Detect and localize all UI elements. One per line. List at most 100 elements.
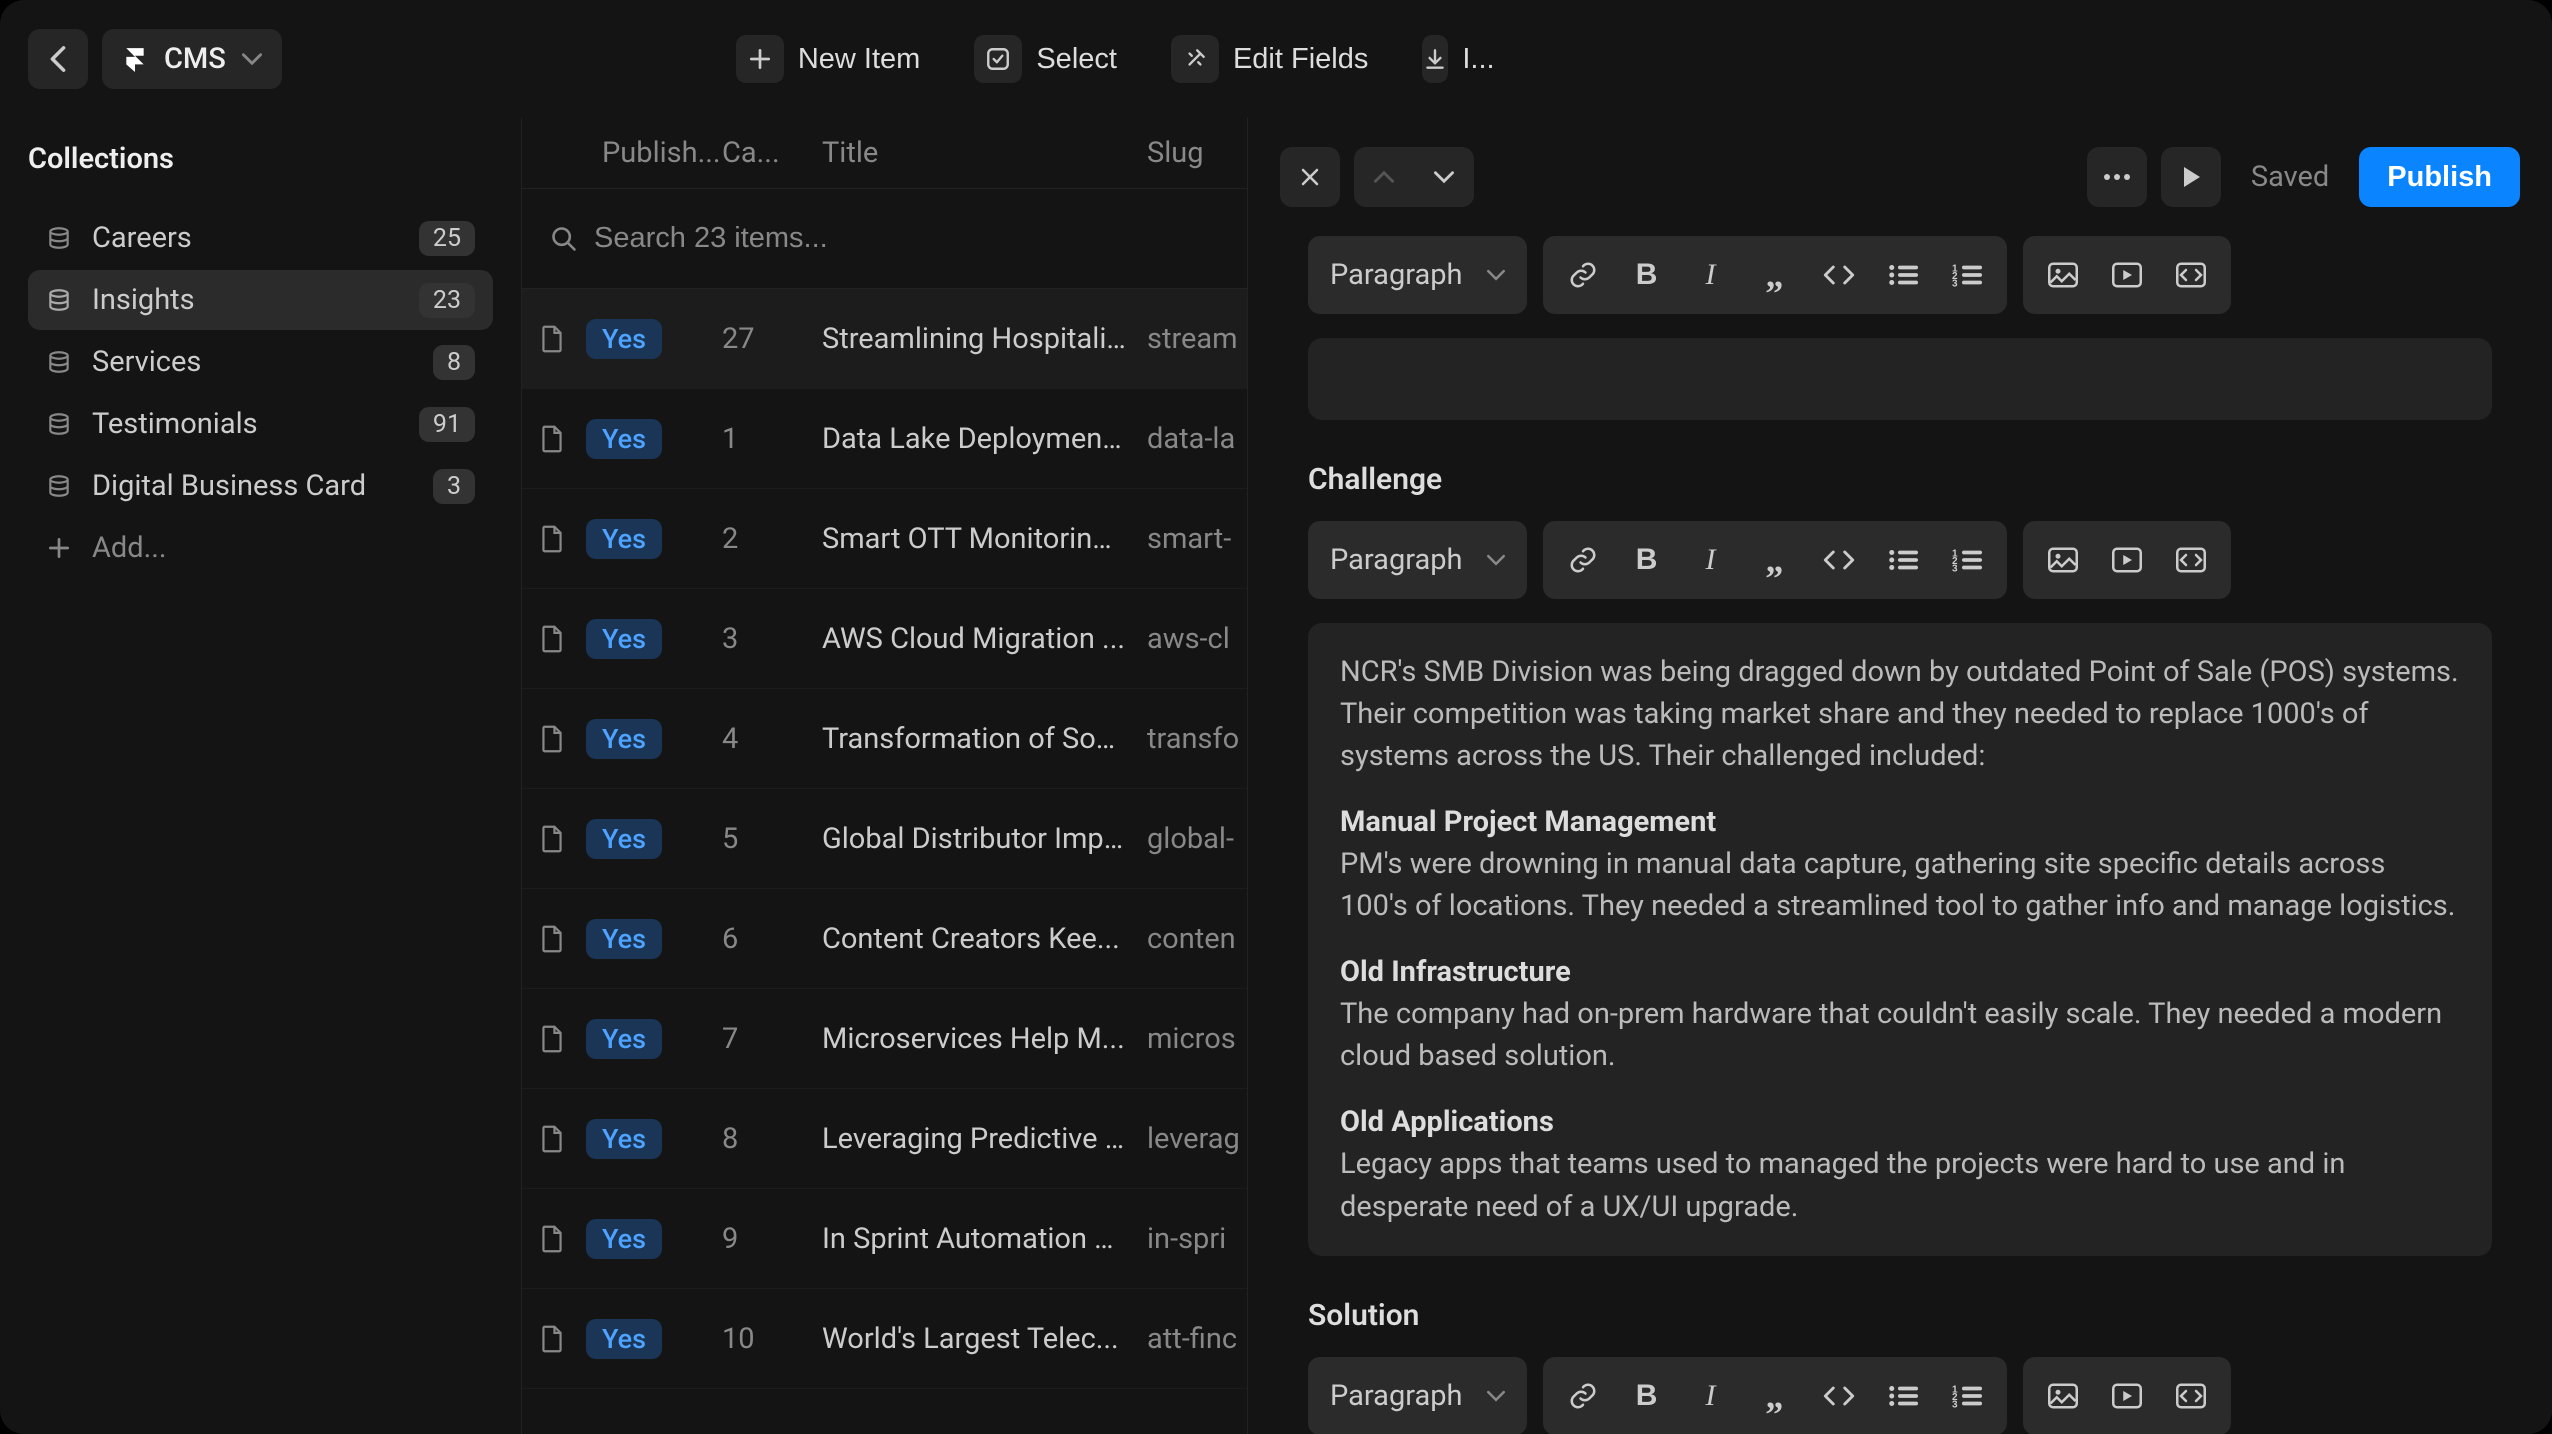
- link-button[interactable]: [1551, 528, 1615, 592]
- code-button[interactable]: [1807, 243, 1871, 307]
- table-row[interactable]: Yes8Leveraging Predictive ...leverag: [522, 1089, 1247, 1189]
- block-type-label: Paragraph: [1330, 543, 1463, 577]
- bullet-list-button[interactable]: [1871, 243, 1935, 307]
- bullet-list-icon: [1888, 548, 1918, 572]
- preview-button[interactable]: [2161, 147, 2221, 207]
- challenge-content[interactable]: NCR's SMB Division was being dragged dow…: [1308, 623, 2492, 1256]
- table-row[interactable]: Yes5Global Distributor Impr...global-: [522, 789, 1247, 889]
- embed-button[interactable]: [2159, 528, 2223, 592]
- collection-count: 8: [433, 345, 475, 380]
- content-field-empty[interactable]: [1308, 338, 2492, 420]
- collection-item-digital-business-card[interactable]: Digital Business Card 3: [28, 456, 493, 516]
- italic-icon: I: [1706, 258, 1716, 292]
- row-title: Streamlining Hospitalit...: [802, 322, 1127, 356]
- back-button[interactable]: [28, 29, 88, 89]
- image-button[interactable]: [2031, 243, 2095, 307]
- close-button[interactable]: [1280, 147, 1340, 207]
- chevron-up-icon: [1374, 170, 1394, 184]
- table-row[interactable]: Yes4Transformation of Sou...transfo: [522, 689, 1247, 789]
- code-button[interactable]: [1807, 528, 1871, 592]
- chevron-down-icon: [1434, 170, 1454, 184]
- quote-button[interactable]: „: [1743, 528, 1807, 592]
- collection-item-testimonials[interactable]: Testimonials 91: [28, 394, 493, 454]
- prev-next-nav: [1354, 147, 1474, 207]
- embed-button[interactable]: [2159, 243, 2223, 307]
- link-button[interactable]: [1551, 1364, 1615, 1428]
- numbered-list-button[interactable]: 123: [1935, 243, 1999, 307]
- import-button[interactable]: I...: [1402, 29, 1502, 89]
- col-slug[interactable]: Slug: [1127, 136, 1247, 170]
- italic-button[interactable]: I: [1679, 528, 1743, 592]
- code-icon: [1823, 1384, 1855, 1408]
- col-publish[interactable]: Publish...: [582, 136, 702, 170]
- italic-button[interactable]: I: [1679, 243, 1743, 307]
- workspace-dropdown[interactable]: CMS: [102, 29, 282, 89]
- italic-button[interactable]: I: [1679, 1364, 1743, 1428]
- publish-status: Yes: [586, 719, 662, 759]
- add-collection-button[interactable]: Add...: [28, 518, 493, 578]
- col-category[interactable]: Ca...: [702, 136, 802, 170]
- video-icon: [2112, 262, 2142, 288]
- document-icon: [522, 425, 582, 453]
- add-label: Add...: [92, 531, 475, 565]
- image-icon: [2048, 1383, 2078, 1409]
- bullet-list-icon: [1888, 263, 1918, 287]
- link-button[interactable]: [1551, 243, 1615, 307]
- collection-item-careers[interactable]: Careers 25: [28, 208, 493, 268]
- new-item-button[interactable]: New Item: [716, 29, 940, 89]
- block-type-dropdown[interactable]: Paragraph: [1308, 236, 1527, 314]
- bold-button[interactable]: B: [1615, 528, 1679, 592]
- numbered-list-button[interactable]: 123: [1935, 528, 1999, 592]
- bold-button[interactable]: B: [1615, 243, 1679, 307]
- format-toolbar: Paragraph B I „ 123: [1308, 521, 2492, 599]
- table-row[interactable]: Yes2Smart OTT Monitoring...smart-: [522, 489, 1247, 589]
- table-row[interactable]: Yes27Streamlining Hospitalit...stream: [522, 289, 1247, 389]
- image-button[interactable]: [2031, 528, 2095, 592]
- col-title[interactable]: Title: [802, 136, 1127, 170]
- block-type-dropdown[interactable]: Paragraph: [1308, 521, 1527, 599]
- bold-icon: B: [1636, 543, 1658, 577]
- editor-panel: Saved Publish Paragraph B I „: [1247, 118, 2552, 1434]
- row-slug: att-finc: [1127, 1322, 1247, 1356]
- chevron-down-icon: [1487, 1390, 1505, 1402]
- video-button[interactable]: [2095, 243, 2159, 307]
- table-row[interactable]: Yes9In Sprint Automation E...in-spri: [522, 1189, 1247, 1289]
- bold-button[interactable]: B: [1615, 1364, 1679, 1428]
- table-row[interactable]: Yes6Content Creators Kee...conten: [522, 889, 1247, 989]
- code-button[interactable]: [1807, 1364, 1871, 1428]
- image-button[interactable]: [2031, 1364, 2095, 1428]
- collection-name: Testimonials: [92, 407, 399, 441]
- next-item-button[interactable]: [1414, 147, 1474, 207]
- content-paragraph: The company had on-prem hardware that co…: [1340, 997, 2442, 1073]
- quote-button[interactable]: „: [1743, 1364, 1807, 1428]
- block-type-dropdown[interactable]: Paragraph: [1308, 1357, 1527, 1434]
- quote-button[interactable]: „: [1743, 243, 1807, 307]
- bullet-list-button[interactable]: [1871, 1364, 1935, 1428]
- table-row[interactable]: Yes7Microservices Help M...micros: [522, 989, 1247, 1089]
- select-button[interactable]: Select: [954, 29, 1137, 89]
- video-button[interactable]: [2095, 1364, 2159, 1428]
- video-button[interactable]: [2095, 528, 2159, 592]
- content-paragraph: NCR's SMB Division was being dragged dow…: [1340, 651, 2460, 777]
- chevron-down-icon: [242, 52, 262, 66]
- bullet-list-button[interactable]: [1871, 528, 1935, 592]
- saved-status: Saved: [2235, 160, 2345, 194]
- publish-button[interactable]: Publish: [2359, 147, 2520, 207]
- search-input[interactable]: [594, 222, 1219, 255]
- more-button[interactable]: [2087, 147, 2147, 207]
- edit-icon: [1171, 35, 1219, 83]
- collection-item-services[interactable]: Services 8: [28, 332, 493, 392]
- embed-button[interactable]: [2159, 1364, 2223, 1428]
- numbered-list-button[interactable]: 123: [1935, 1364, 1999, 1428]
- prev-item-button[interactable]: [1354, 147, 1414, 207]
- sidebar: Collections Careers 25 Insights 23 Servi…: [0, 118, 522, 1434]
- table-row[interactable]: Yes1Data Lake Deployment...data-la: [522, 389, 1247, 489]
- bold-icon: B: [1636, 258, 1658, 292]
- content-paragraph: PM's were drowning in manual data captur…: [1340, 847, 2455, 923]
- collection-item-insights[interactable]: Insights 23: [28, 270, 493, 330]
- table-row[interactable]: Yes3AWS Cloud Migration ...aws-cl: [522, 589, 1247, 689]
- publish-status: Yes: [586, 919, 662, 959]
- svg-text:3: 3: [1952, 1399, 1958, 1408]
- table-row[interactable]: Yes10World's Largest Telec...att-finc: [522, 1289, 1247, 1389]
- edit-fields-button[interactable]: Edit Fields: [1151, 29, 1388, 89]
